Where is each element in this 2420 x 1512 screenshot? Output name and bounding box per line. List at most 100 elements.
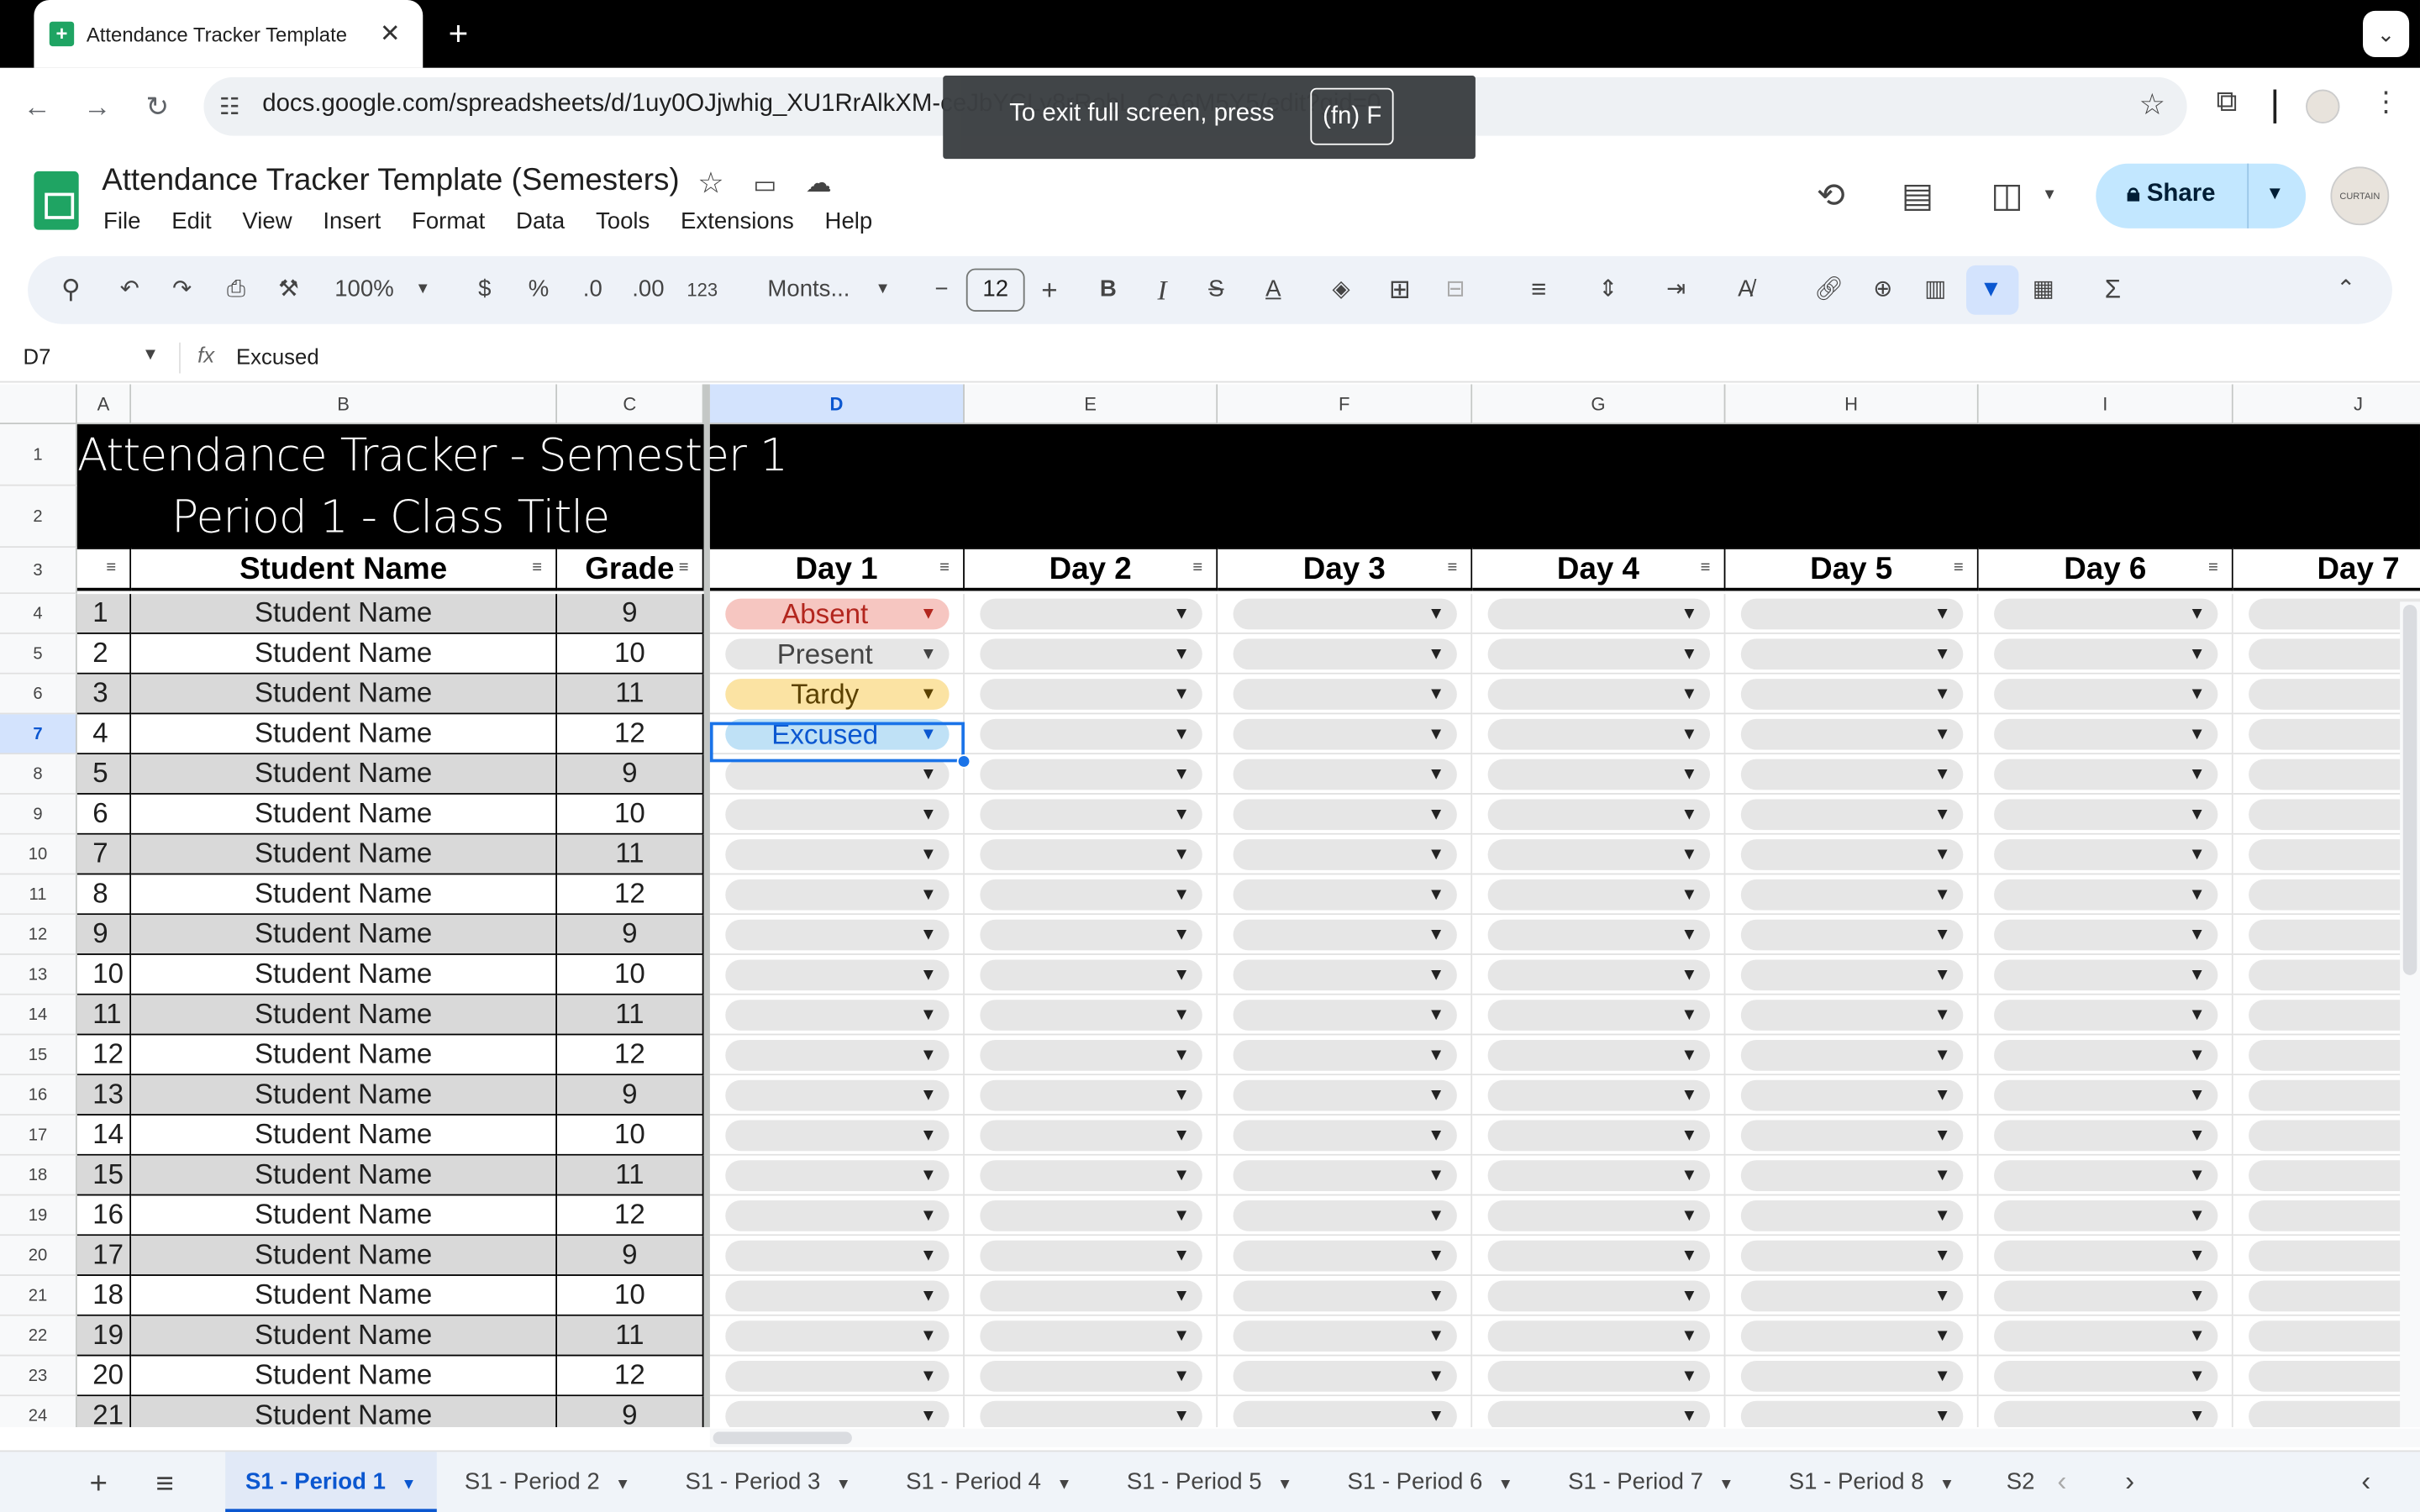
row-header-15[interactable]: 15 <box>0 1035 77 1076</box>
attendance-cell[interactable]: ▼ <box>1978 754 2233 795</box>
attendance-cell[interactable]: ▼ <box>1472 1075 1726 1116</box>
row-header-4[interactable]: 4 <box>0 594 77 634</box>
dropdown-arrow-icon[interactable]: ▼ <box>1428 1000 1444 1031</box>
row-number-cell[interactable]: 16 <box>76 1195 132 1236</box>
text-color-icon[interactable]: A <box>1256 256 1290 324</box>
attendance-cell[interactable]: ▼ <box>1472 633 1726 675</box>
status-dropdown-chip[interactable]: ▼ <box>1233 1079 1457 1111</box>
row-header-17[interactable]: 17 <box>0 1115 77 1156</box>
student-name-cell[interactable]: Student Name <box>131 1075 558 1116</box>
dropdown-arrow-icon[interactable]: ▼ <box>1934 759 1951 790</box>
status-dropdown-chip[interactable]: ▼ <box>1740 1160 1964 1191</box>
dropdown-arrow-icon[interactable]: ▼ <box>920 759 937 790</box>
status-dropdown-chip[interactable]: ▼ <box>2249 1160 2420 1191</box>
status-dropdown-chip[interactable]: ▼ <box>980 638 1202 670</box>
attendance-cell[interactable]: ▼ <box>1472 1155 1726 1196</box>
move-folder-icon[interactable]: ▭ <box>753 170 776 201</box>
tab-search-chevron-icon[interactable]: ⌄ <box>2363 10 2410 57</box>
name-box[interactable]: D7 <box>24 344 51 369</box>
status-dropdown-chip[interactable]: ▼ <box>1233 718 1457 750</box>
attendance-cell[interactable]: ▼ <box>709 1275 965 1316</box>
status-dropdown-chip[interactable]: ▼ <box>1994 1320 2218 1352</box>
borders-icon[interactable]: ⊞ <box>1383 256 1417 324</box>
attendance-cell[interactable]: ▼ <box>1218 594 1473 634</box>
status-dropdown-chip[interactable]: ▼ <box>1994 1160 2218 1191</box>
attendance-cell[interactable]: ▼ <box>2233 1275 2420 1316</box>
extensions-puzzle-icon[interactable]: ⧉ <box>2217 87 2238 120</box>
dropdown-arrow-icon[interactable]: ▼ <box>2189 1040 2206 1071</box>
dropdown-arrow-icon[interactable]: ▼ <box>2189 839 2206 870</box>
row-number-cell[interactable]: 10 <box>76 954 132 995</box>
column-header-j[interactable]: J <box>2233 384 2420 425</box>
status-dropdown-chip[interactable]: ▼ <box>1487 638 1711 670</box>
attendance-cell[interactable]: ▼ <box>1725 874 1979 916</box>
attendance-cell[interactable]: ▼ <box>964 1075 1218 1116</box>
dropdown-arrow-icon[interactable]: ▼ <box>1428 839 1444 870</box>
status-dropdown-chip[interactable]: ▼ <box>725 1360 950 1392</box>
dropdown-arrow-icon[interactable]: ▼ <box>920 1080 937 1111</box>
dropdown-arrow-icon[interactable]: ▼ <box>1173 1080 1190 1111</box>
attendance-cell[interactable]: ▼ <box>1725 674 1979 715</box>
attendance-cell[interactable]: ▼ <box>1218 915 1473 955</box>
status-dropdown-chip[interactable]: ▼ <box>1740 1360 1964 1392</box>
dropdown-arrow-icon[interactable]: ▼ <box>1428 1120 1444 1151</box>
status-dropdown-chip[interactable]: ▼ <box>980 959 1202 991</box>
attendance-cell[interactable]: ▼ <box>1218 1356 1473 1397</box>
attendance-cell[interactable]: ▼ <box>964 594 1218 634</box>
dropdown-arrow-icon[interactable]: ▼ <box>920 599 937 630</box>
dropdown-arrow-icon[interactable]: ▼ <box>1681 1080 1697 1111</box>
functions-sigma-icon[interactable]: Σ <box>2099 256 2127 324</box>
dropdown-arrow-icon[interactable]: ▼ <box>1934 839 1951 870</box>
status-dropdown-chip[interactable]: ▼ <box>1740 839 1964 870</box>
attendance-cell[interactable]: ▼ <box>1218 1075 1473 1116</box>
row-number-cell[interactable]: 1 <box>76 594 132 634</box>
row-header-22[interactable]: 22 <box>0 1315 77 1357</box>
status-dropdown-chip[interactable]: ▼ <box>725 919 950 951</box>
dropdown-arrow-icon[interactable]: ▼ <box>920 1280 937 1311</box>
attendance-cell[interactable]: ▼ <box>1725 995 1979 1036</box>
dropdown-arrow-icon[interactable]: ▼ <box>2189 1120 2206 1151</box>
attendance-cell[interactable]: ▼ <box>1725 834 1979 875</box>
attendance-cell[interactable]: ▼ <box>1725 1035 1979 1076</box>
status-dropdown-chip[interactable]: ▼ <box>2249 919 2420 951</box>
text-wrapping-icon[interactable]: ⇥ <box>1659 256 1692 324</box>
print-icon[interactable]: ⎙ <box>219 256 253 324</box>
dropdown-arrow-icon[interactable]: ▼ <box>920 839 937 870</box>
undo-icon[interactable]: ↶ <box>114 256 145 324</box>
attendance-cell[interactable]: ▼ <box>1978 874 2233 916</box>
status-dropdown-chip[interactable]: ▼ <box>725 1280 950 1312</box>
dropdown-arrow-icon[interactable]: ▼ <box>1934 1280 1951 1311</box>
attendance-cell[interactable]: ▼ <box>1472 594 1726 634</box>
dropdown-arrow-icon[interactable]: ▼ <box>2189 719 2206 750</box>
dropdown-arrow-icon[interactable]: ▼ <box>1428 1280 1444 1311</box>
attendance-cell[interactable]: ▼ <box>1218 1155 1473 1196</box>
grade-cell[interactable]: 9 <box>557 1396 704 1427</box>
status-dropdown-chip[interactable]: ▼ <box>1740 1400 1964 1427</box>
status-dropdown-chip[interactable]: ▼ <box>2249 1280 2420 1312</box>
sheets-logo-icon[interactable] <box>34 171 79 230</box>
attendance-cell[interactable]: ▼ <box>964 874 1218 916</box>
menu-insert[interactable]: Insert <box>323 208 381 234</box>
attendance-cell[interactable]: ▼ <box>1978 1075 2233 1116</box>
attendance-cell[interactable]: ▼ <box>1218 1275 1473 1316</box>
status-dropdown-chip[interactable]: ▼ <box>1740 1000 1964 1031</box>
grade-cell[interactable]: 12 <box>557 714 704 755</box>
menu-extensions[interactable]: Extensions <box>681 208 794 234</box>
student-name-cell[interactable]: Student Name <box>131 633 558 675</box>
status-dropdown-chip[interactable]: ▼ <box>1233 598 1457 630</box>
dropdown-arrow-icon[interactable]: ▼ <box>1681 920 1697 951</box>
status-dropdown-chip[interactable]: ▼ <box>1740 718 1964 750</box>
dropdown-arrow-icon[interactable]: ▼ <box>1173 920 1190 951</box>
attendance-cell[interactable]: ▼ <box>2233 1035 2420 1076</box>
dropdown-arrow-icon[interactable]: ▼ <box>1681 1160 1697 1191</box>
attendance-cell[interactable]: ▼ <box>2233 834 2420 875</box>
grade-cell[interactable]: 10 <box>557 794 704 835</box>
dropdown-arrow-icon[interactable]: ▼ <box>1428 1241 1444 1272</box>
dropdown-arrow-icon[interactable]: ▼ <box>1934 1000 1951 1031</box>
row-number-cell[interactable]: 5 <box>76 754 132 795</box>
horizontal-scrollbar-track[interactable] <box>709 1428 2420 1447</box>
name-box-chevron-icon[interactable]: ▼ <box>142 345 159 364</box>
dropdown-arrow-icon[interactable]: ▼ <box>1173 799 1190 830</box>
dropdown-arrow-icon[interactable]: ▼ <box>1681 839 1697 870</box>
column-header-g[interactable]: G <box>1472 384 1726 425</box>
